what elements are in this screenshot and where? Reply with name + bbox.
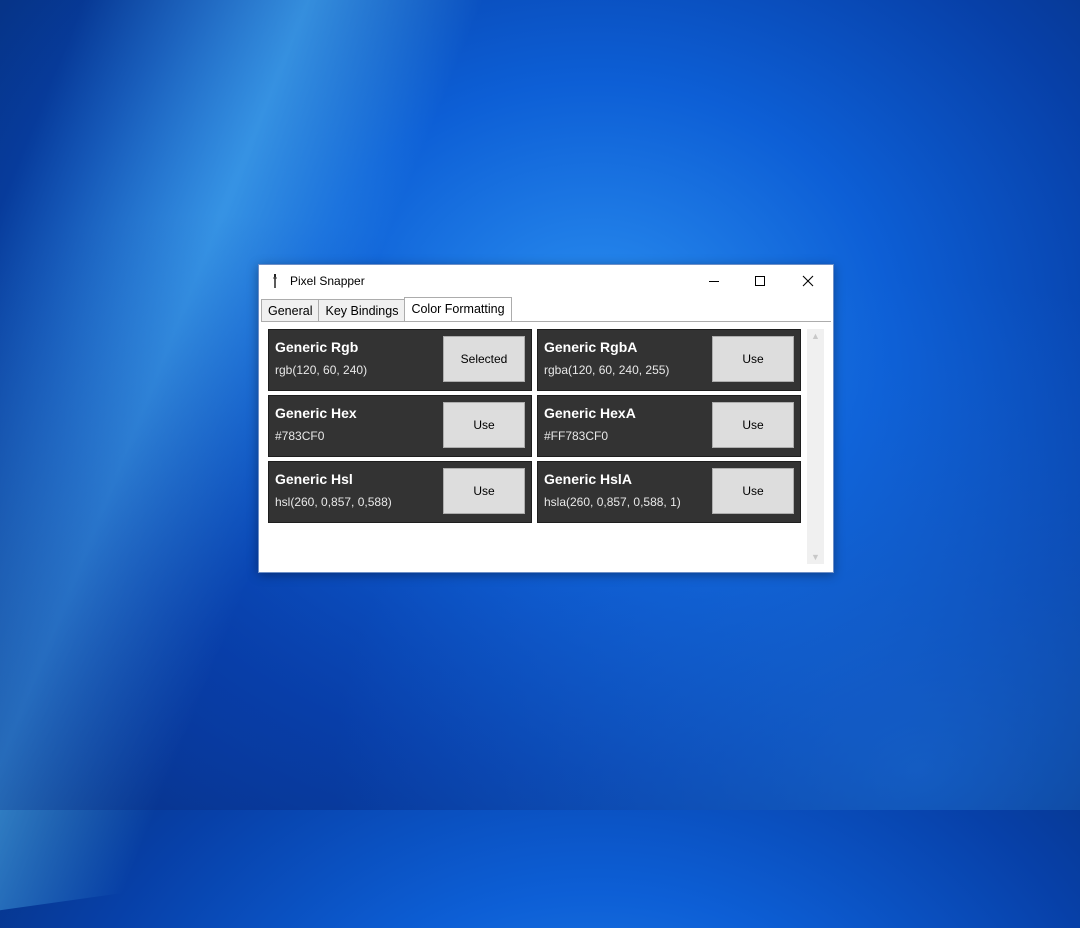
scroll-down-icon[interactable]: ▼: [811, 552, 820, 562]
use-button[interactable]: Use: [712, 336, 794, 382]
pixel-snapper-window: Pixel Snapper General Key Bindings Color…: [258, 264, 834, 573]
format-preview: #FF783CF0: [544, 429, 609, 443]
format-preview: rgba(120, 60, 240, 255): [544, 363, 670, 377]
pipette-icon: [273, 274, 277, 288]
tab-key-bindings[interactable]: Key Bindings: [318, 299, 406, 321]
format-name: Generic Hsl: [275, 471, 353, 487]
scroll-up-icon[interactable]: ▲: [811, 331, 820, 341]
format-card-hsla: Generic HslA hsla(260, 0,857, 0,588, 1) …: [537, 461, 801, 523]
minimize-icon: [709, 281, 719, 282]
maximize-button[interactable]: [737, 265, 783, 297]
format-card-hexa: Generic HexA #FF783CF0 Use: [537, 395, 801, 457]
vertical-scrollbar[interactable]: ▲ ▼: [807, 329, 824, 564]
use-button[interactable]: Use: [443, 468, 525, 514]
format-card-rgb: Generic Rgb rgb(120, 60, 240) Selected: [268, 329, 532, 391]
format-name: Generic RgbA: [544, 339, 638, 355]
use-button[interactable]: Use: [712, 402, 794, 448]
color-formatting-panel: Generic Rgb rgb(120, 60, 240) Selected G…: [261, 321, 831, 571]
format-preview: hsla(260, 0,857, 0,588, 1): [544, 495, 681, 509]
maximize-icon: [755, 276, 765, 286]
minimize-button[interactable]: [691, 265, 737, 297]
format-name: Generic HexA: [544, 405, 636, 421]
format-name: Generic Hex: [275, 405, 357, 421]
format-preview: #783CF0: [275, 429, 325, 443]
format-card-rgba: Generic RgbA rgba(120, 60, 240, 255) Use: [537, 329, 801, 391]
tab-strip: General Key Bindings Color Formatting: [261, 297, 512, 321]
format-preview: rgb(120, 60, 240): [275, 363, 368, 377]
use-button[interactable]: Use: [712, 468, 794, 514]
close-button[interactable]: [785, 265, 831, 297]
format-card-hsl: Generic Hsl hsl(260, 0,857, 0,588) Use: [268, 461, 532, 523]
format-preview: hsl(260, 0,857, 0,588): [275, 495, 392, 509]
selected-button[interactable]: Selected: [443, 336, 525, 382]
format-name: Generic Rgb: [275, 339, 359, 355]
tab-color-formatting[interactable]: Color Formatting: [404, 297, 512, 321]
tab-general[interactable]: General: [261, 299, 320, 321]
close-icon: [802, 275, 814, 287]
format-name: Generic HslA: [544, 471, 632, 487]
window-title: Pixel Snapper: [290, 274, 365, 288]
use-button[interactable]: Use: [443, 402, 525, 448]
format-card-hex: Generic Hex #783CF0 Use: [268, 395, 532, 457]
title-bar[interactable]: Pixel Snapper: [259, 265, 833, 297]
